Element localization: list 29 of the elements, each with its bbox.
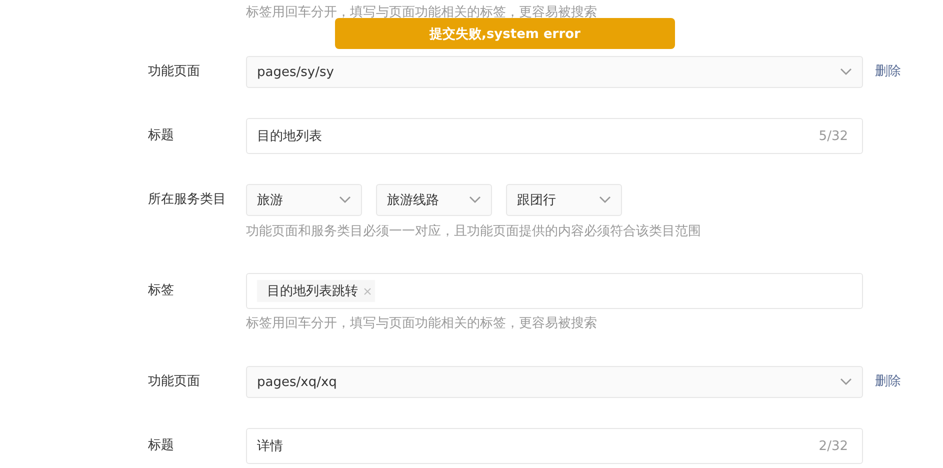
chevron-down-icon [840,68,852,76]
field-label: 功能页面 [147,373,201,391]
delete-link[interactable]: 删除 [875,56,901,88]
char-counter: 5/32 [818,128,848,144]
hint-text: 标签用回车分开，填写与页面功能相关的标签，更容易被搜索 [246,5,597,21]
hint-text: 功能页面和服务类目必须一一对应，且功能页面提供的内容必须符合该类目范围 [246,224,701,240]
page-select[interactable]: pages/sy/sy [246,56,863,88]
chevron-down-icon [599,196,611,204]
tag-chip[interactable]: 目的地列表跳转 [257,280,375,302]
field-label: 标题 [147,127,175,145]
delete-link[interactable]: 删除 [875,366,901,398]
title-field[interactable]: 详情 2/32 [246,428,863,464]
close-icon[interactable] [364,288,371,294]
category-select[interactable]: 旅游 [246,184,362,216]
field-label: 标题 [147,437,175,455]
title-field[interactable]: 目的地列表 5/32 [246,118,863,154]
char-counter: 2/32 [818,438,848,454]
category-select[interactable]: 旅游线路 [376,184,492,216]
chevron-down-icon [469,196,481,204]
page-select[interactable]: pages/xq/xq [246,366,863,398]
error-toast: 提交失败,system error [335,18,675,49]
chevron-down-icon [339,196,351,204]
category-select[interactable]: 跟团行 [506,184,622,216]
field-label: 功能页面 [147,63,201,81]
tags-field[interactable]: 目的地列表跳转 [246,273,863,309]
field-label: 标签 [147,282,175,300]
chevron-down-icon [840,378,852,386]
field-label: 所在服务类目 [147,191,227,209]
hint-text: 标签用回车分开，填写与页面功能相关的标签，更容易被搜索 [246,316,597,332]
